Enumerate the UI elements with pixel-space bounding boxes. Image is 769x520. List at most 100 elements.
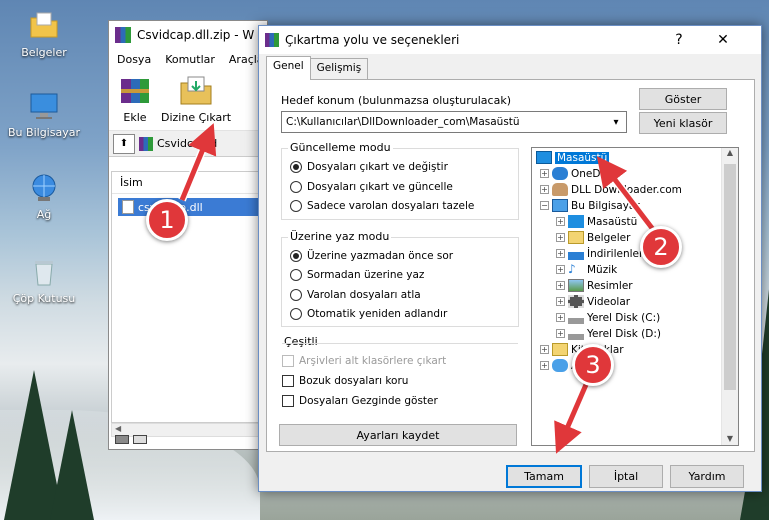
close-button[interactable]: ✕ xyxy=(703,26,743,54)
add-button[interactable]: Ekle xyxy=(117,73,153,126)
misc-option-keep-broken[interactable]: Bozuk dosyaları koru xyxy=(282,375,408,387)
cancel-button[interactable]: İptal xyxy=(589,465,663,488)
scroll-thumb[interactable] xyxy=(724,164,736,390)
expand-icon[interactable]: + xyxy=(556,233,565,242)
add-archive-icon xyxy=(117,73,153,107)
overwrite-mode-title: Üzerine yaz modu xyxy=(288,230,392,243)
dialog-tabs: Genel Gelişmiş xyxy=(266,56,369,80)
desktop-icon-documents[interactable]: Belgeler xyxy=(4,10,84,59)
extract-folder-icon xyxy=(178,73,214,107)
column-header-name[interactable]: İsim xyxy=(112,172,266,194)
expand-icon[interactable]: + xyxy=(556,217,565,226)
folder-tree: Masaüstü + OneDrive + DLL Downloader.com −… xyxy=(531,147,739,446)
extract-to-button[interactable]: Dizine Çıkart xyxy=(161,73,231,126)
close-icon: ✕ xyxy=(717,32,729,48)
expand-icon[interactable]: + xyxy=(556,313,565,322)
expand-icon[interactable]: + xyxy=(556,281,565,290)
destination-label: Hedef konum (bulunmazsa oluşturulacak) xyxy=(281,94,511,107)
tree-item-drive-d[interactable]: + Yerel Disk (D:) xyxy=(556,327,661,340)
tree-item-documents[interactable]: + Belgeler xyxy=(556,231,630,244)
tree-item-pictures[interactable]: + Resimler xyxy=(556,279,633,292)
expand-icon[interactable]: + xyxy=(556,265,565,274)
tree-item-drive-c[interactable]: + Yerel Disk (C:) xyxy=(556,311,660,324)
checkbox-icon xyxy=(282,395,294,407)
scroll-down-icon[interactable]: ▼ xyxy=(722,434,738,443)
update-mode-group: Güncelleme modu Dosyaları çıkart ve deği… xyxy=(281,141,519,220)
save-settings-button[interactable]: Ayarları kaydet xyxy=(279,424,517,446)
expand-icon[interactable]: + xyxy=(540,361,549,370)
menu-commands[interactable]: Komutlar xyxy=(165,53,215,66)
desktop-icon-this-pc[interactable]: Bu Bilgisayar xyxy=(4,90,84,139)
archive-path-bar: ⬆ Csvidcap.d xyxy=(109,131,267,157)
tab-general[interactable]: Genel xyxy=(266,56,311,80)
update-option-update[interactable]: Dosyaları çıkart ve güncelle xyxy=(290,181,453,193)
expand-icon[interactable]: + xyxy=(556,249,565,258)
cloud-icon xyxy=(552,167,568,180)
desktop-icon-network[interactable]: Ağ xyxy=(4,172,84,221)
expand-icon[interactable]: + xyxy=(556,297,565,306)
tree-item-onedrive[interactable]: + OneDrive xyxy=(540,167,620,180)
tree-item-this-pc[interactable]: − Bu Bilgisayar xyxy=(540,199,640,212)
winrar-icon xyxy=(265,33,279,47)
key-icon xyxy=(133,435,147,444)
music-icon: ♪ xyxy=(568,262,576,276)
up-arrow-icon: ⬆ xyxy=(119,138,129,149)
tree-item-videos[interactable]: + Videolar xyxy=(556,295,630,308)
tree-item-desktop[interactable]: + Masaüstü xyxy=(556,215,637,228)
drive-icon xyxy=(568,327,584,340)
misc-divider xyxy=(282,343,518,344)
step-marker-2: 2 xyxy=(640,226,682,268)
misc-option-show-explorer[interactable]: Dosyaları Gezginde göster xyxy=(282,395,438,407)
radio-selected-icon xyxy=(290,161,302,173)
update-option-refresh[interactable]: Sadece varolan dosyaları tazele xyxy=(290,200,474,212)
pictures-icon xyxy=(568,279,584,292)
tree-vertical-scrollbar[interactable]: ▲ ▼ xyxy=(721,148,738,445)
update-option-replace[interactable]: Dosyaları çıkart ve değiştir xyxy=(290,161,448,173)
user-icon xyxy=(552,183,568,196)
misc-option-subfolders[interactable]: Arşivleri alt klasörlere çıkart xyxy=(282,355,446,367)
overwrite-option-without-prompt[interactable]: Sormadan üzerine yaz xyxy=(290,269,424,281)
step-marker-1: 1 xyxy=(146,199,188,241)
menu-file[interactable]: Dosya xyxy=(117,53,151,66)
overwrite-option-rename[interactable]: Otomatik yeniden adlandır xyxy=(290,308,447,320)
radio-icon xyxy=(290,181,302,193)
overwrite-option-skip[interactable]: Varolan dosyaları atla xyxy=(290,289,421,301)
file-item[interactable]: csvidcap.dll xyxy=(118,198,260,216)
computer-icon xyxy=(552,199,568,212)
show-button[interactable]: Göster xyxy=(639,88,727,110)
help-title-button[interactable]: ? xyxy=(659,26,699,54)
expand-icon[interactable]: + xyxy=(556,329,565,338)
network-icon xyxy=(28,172,60,204)
chevron-down-icon[interactable]: ▾ xyxy=(606,112,626,132)
tree xyxy=(50,410,94,520)
desktop-icon xyxy=(536,151,552,164)
ok-button[interactable]: Tamam xyxy=(506,465,582,488)
expand-icon[interactable]: + xyxy=(540,185,549,194)
tree-item-downloads[interactable]: + İndirilenler xyxy=(556,247,643,260)
new-folder-button[interactable]: Yeni klasör xyxy=(639,112,727,134)
drive-status-icon xyxy=(115,435,129,444)
expand-icon[interactable]: + xyxy=(540,345,549,354)
step-marker-3: 3 xyxy=(572,344,614,386)
misc-title: Çeşitli xyxy=(282,335,320,348)
destination-path-combo[interactable]: C:\Kullanıcılar\DllDownloader_com\Masaüs… xyxy=(281,111,627,133)
tree-item-music[interactable]: + ♪ Müzik xyxy=(556,263,617,276)
expand-icon[interactable]: + xyxy=(540,169,549,178)
archive-path: Csvidcap.d xyxy=(157,137,218,150)
winrar-icon xyxy=(115,27,131,43)
desktop-icon-recycle-bin[interactable]: Çöp Kutusu xyxy=(4,256,84,305)
scroll-up-icon[interactable]: ▲ xyxy=(722,148,738,157)
overwrite-mode-group: Üzerine yaz modu Üzerine yazmadan önce s… xyxy=(281,230,519,327)
up-folder-button[interactable]: ⬆ xyxy=(113,133,135,154)
help-button[interactable]: Yardım xyxy=(670,465,744,488)
overwrite-option-ask[interactable]: Üzerine yazmadan önce sor xyxy=(290,250,453,262)
radio-selected-icon xyxy=(290,250,302,262)
video-icon xyxy=(568,295,584,308)
collapse-icon[interactable]: − xyxy=(540,201,549,210)
libraries-icon xyxy=(552,343,568,356)
tab-advanced[interactable]: Gelişmiş xyxy=(309,58,369,80)
tree-item-desktop-root[interactable]: Masaüstü xyxy=(536,151,610,164)
archive-window: Csvidcap.dll.zip - W Dosya Komutlar Araç… xyxy=(108,20,268,450)
tree-item-user[interactable]: + DLL Downloader.com xyxy=(540,183,682,196)
radio-icon xyxy=(290,308,302,320)
